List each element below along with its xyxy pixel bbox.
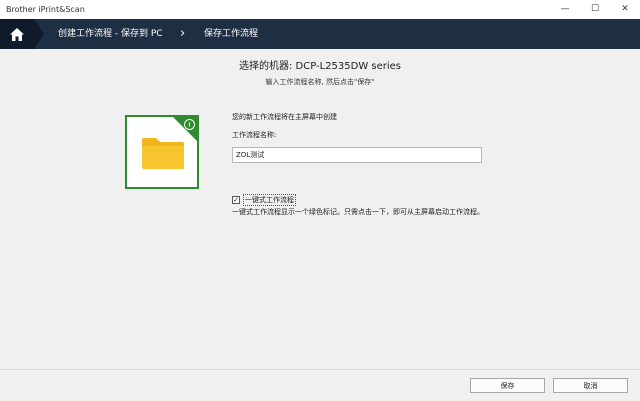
- created-note: 您的新工作流程将在主屏幕中创建: [232, 113, 337, 121]
- close-button[interactable]: ✕: [610, 0, 640, 19]
- folder-icon: [142, 138, 184, 169]
- home-button[interactable]: [0, 19, 34, 49]
- one-touch-label[interactable]: 一键式工作流程: [243, 194, 296, 206]
- minimize-button[interactable]: —: [550, 0, 580, 19]
- one-touch-checkbox[interactable]: ✓: [232, 196, 240, 204]
- window-controls: — ☐ ✕: [550, 0, 640, 19]
- one-touch-checkbox-row[interactable]: ✓ 一键式工作流程: [232, 194, 296, 206]
- cancel-button[interactable]: 取消: [553, 378, 628, 393]
- breadcrumb-save-workflow: 保存工作流程: [204, 29, 259, 39]
- save-button[interactable]: 保存: [470, 378, 545, 393]
- breadcrumb-separator-icon: ›: [180, 26, 186, 41]
- one-touch-description: 一键式工作流程显示一个绿色标记。只需点击一下，即可从主屏幕启动工作流程。: [232, 208, 484, 216]
- workflow-name-input[interactable]: [232, 147, 482, 163]
- title-bar: Brother iPrint&Scan — ☐ ✕: [0, 0, 640, 20]
- instruction-text: 输入工作流程名称, 然后点击"保存": [265, 78, 375, 86]
- breadcrumb-create-workflow[interactable]: 创建工作流程 - 保存到 PC: [58, 19, 163, 49]
- home-chevron: [34, 19, 44, 49]
- content-header: 选择的机器: DCP-L2535DW series 输入工作流程名称, 然后点击…: [0, 57, 640, 87]
- selected-machine: 选择的机器: DCP-L2535DW series: [238, 61, 402, 72]
- footer-bar: 保存 取消: [0, 369, 640, 401]
- app-title: Brother iPrint&Scan: [6, 5, 85, 14]
- breadcrumb-bar: 创建工作流程 - 保存到 PC › 保存工作流程: [0, 19, 640, 49]
- workflow-icon-tile: [125, 115, 199, 189]
- workflow-name-label: 工作流程名称:: [232, 131, 277, 139]
- maximize-button[interactable]: ☐: [580, 0, 610, 19]
- home-icon: [10, 27, 24, 41]
